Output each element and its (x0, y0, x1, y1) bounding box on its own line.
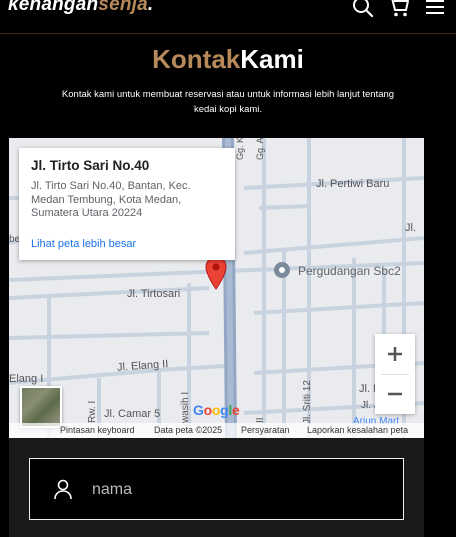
contact-form (9, 438, 424, 537)
zoom-in-button[interactable] (375, 334, 415, 374)
title-part2: Kami (240, 44, 304, 74)
map-info-card: Jl. Tirto Sari No.40 Jl. Tirto Sari No.4… (19, 148, 235, 260)
menu-icon[interactable] (424, 0, 446, 18)
poi-label[interactable]: Pergudangan Sbc2 (298, 264, 401, 278)
name-field[interactable] (29, 458, 404, 520)
street-label: Gg. Am (255, 138, 265, 160)
zoom-out-button[interactable] (375, 374, 415, 414)
navbar: kenangansenja. (0, 0, 456, 34)
embedded-map[interactable]: Jl. Pertiwi Baru Jl. Tirtosari Jl. Elang… (9, 138, 424, 438)
map-attribution-bar: Pintasan keyboard Data peta ©2025 Persya… (9, 423, 424, 438)
zoom-controls (375, 334, 415, 414)
plus-icon (388, 347, 402, 361)
page-title: KontakKami (0, 44, 456, 75)
nav-icons (352, 0, 446, 18)
satellite-toggle-thumbnail[interactable] (20, 386, 62, 428)
name-input[interactable] (90, 473, 394, 507)
map-data-text: Data peta ©2025 (154, 425, 223, 435)
larger-map-link[interactable]: Lihat peta lebih besar (31, 238, 136, 250)
brand-suffix: . (147, 0, 154, 15)
google-logo: Google (193, 402, 240, 418)
title-part1: Kontak (152, 44, 241, 74)
street-label: Jl. Sriti 12 (302, 380, 313, 424)
place-name: Jl. Tirto Sari No.40 (31, 158, 150, 173)
street-label: Jl. Pertiwi Baru (316, 178, 390, 190)
page-subtitle: Kontak kami untuk membuat reservasi atau… (61, 89, 395, 115)
minus-icon (388, 392, 402, 396)
place-address: Jl. Tirto Sari No.40, Bantan, Kec. Medan… (31, 180, 191, 219)
location-marker-icon[interactable] (205, 256, 227, 295)
brand-part2: senja (98, 0, 148, 15)
poi-icon[interactable] (274, 262, 290, 278)
street-label: Jl. Tirtosari (127, 288, 181, 300)
user-icon (52, 478, 74, 500)
keyboard-shortcuts-link[interactable]: Pintasan keyboard (60, 423, 135, 438)
cart-icon[interactable] (388, 0, 410, 18)
street-label: Rw. I (87, 400, 98, 423)
terms-link[interactable]: Persyaratan (241, 423, 290, 438)
street-label: Elang I (9, 373, 44, 385)
search-icon[interactable] (352, 0, 374, 18)
street-label: Gg. Kary (235, 138, 245, 160)
brand-logo[interactable]: kenangansenja. (8, 0, 153, 16)
street-label: Jl. (405, 222, 416, 234)
brand-part1: kenangan (8, 0, 99, 15)
street-label: Jl. Camar 5 (104, 408, 161, 420)
street-label: wasih I (180, 391, 191, 423)
report-error-link[interactable]: Laporkan kesalahan peta (307, 423, 408, 438)
